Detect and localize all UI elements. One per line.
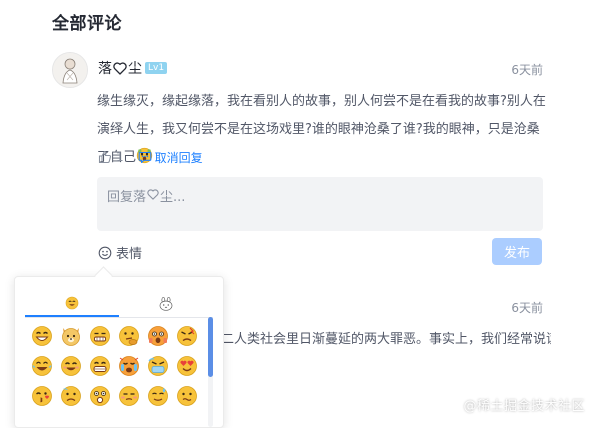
emoji-sweat[interactable] [143, 381, 172, 411]
emoji-shy[interactable] [114, 381, 143, 411]
confused-emoji-icon [176, 386, 197, 406]
emoji-cry[interactable] [114, 351, 143, 381]
comment2-text: 二人类社会里日渐蔓延的两大罪恶。事实上，我们经常说谎，动 [221, 332, 551, 347]
emoji-kiss[interactable] [27, 381, 56, 411]
emoji-confused[interactable] [172, 381, 201, 411]
reply-input[interactable]: 回复落 尘... [97, 177, 543, 231]
publish-button[interactable]: 发布 [492, 238, 542, 265]
emoji-smile[interactable] [56, 351, 85, 381]
tab-bunny[interactable] [119, 291, 213, 317]
scrollbar-thumb[interactable] [208, 317, 213, 377]
emoji-grin[interactable] [27, 321, 56, 351]
emoji-love[interactable] [172, 351, 201, 381]
grimace-emoji-icon [89, 326, 110, 346]
cry-emoji-icon [118, 356, 139, 376]
emoji-mask[interactable] [143, 351, 172, 381]
smile-emoji-icon [60, 356, 81, 376]
heart-icon [113, 61, 127, 75]
teeth-emoji-icon [89, 356, 110, 376]
tab-smiley[interactable] [25, 291, 119, 317]
dog-emoji-icon [61, 328, 80, 346]
angry-emoji-icon [176, 326, 197, 346]
emoji-surprised[interactable] [85, 381, 114, 411]
kiss-emoji-icon [31, 386, 52, 406]
emoji-laugh-tears[interactable] [27, 351, 56, 381]
grin-emoji-icon [31, 326, 52, 346]
comment2-time: 6天前 [511, 301, 543, 315]
emoji-teeth[interactable] [85, 351, 114, 381]
reply-placeholder-part1: 回复落 [107, 190, 147, 205]
comment-actions: 1 取消回复 [98, 148, 203, 166]
cancel-reply-label: 取消回复 [154, 150, 203, 165]
reply-placeholder-part2: 尘... [160, 190, 186, 205]
shocked-emoji-icon [147, 326, 168, 346]
level-badge: Lv1 [145, 62, 168, 74]
love-emoji-icon [176, 356, 197, 376]
emoji-panel-scrollbar[interactable] [208, 317, 213, 427]
emoji-thinking[interactable] [114, 321, 143, 351]
username-part1: 落 [98, 61, 112, 77]
emoji-grid [27, 321, 207, 411]
smiley-icon [98, 246, 112, 259]
surprised-emoji-icon [89, 386, 110, 406]
emoji-toggle-button[interactable]: 表情 [98, 243, 142, 262]
like-button[interactable]: 1 [98, 150, 124, 164]
emoji-dog[interactable] [56, 321, 85, 351]
comment-time: 6天前 [511, 63, 543, 77]
thinking-emoji-icon [118, 326, 139, 346]
emoji-shocked[interactable] [143, 321, 172, 351]
emoji-panel [14, 276, 224, 428]
sweat-emoji-icon [147, 386, 168, 406]
smiley-tab-icon [65, 296, 79, 310]
like-count: 1 [116, 150, 124, 164]
thumbs-up-icon [98, 150, 112, 164]
avatar[interactable] [52, 52, 88, 88]
bunny-tab-icon [159, 297, 173, 311]
tab-divider [25, 317, 213, 318]
emoji-grimace[interactable] [85, 321, 114, 351]
comment-bubble-icon [138, 151, 151, 163]
mask-emoji-icon [147, 356, 168, 376]
emoji-angry[interactable] [172, 321, 201, 351]
comment-username[interactable]: 落 尘 [98, 58, 142, 78]
emoji-toggle-label: 表情 [116, 247, 143, 262]
section-title: 全部评论 [52, 14, 122, 34]
shy-emoji-icon [118, 386, 139, 406]
cancel-reply-button[interactable]: 取消回复 [138, 149, 203, 166]
laugh-tears-emoji-icon [31, 356, 52, 376]
heart-icon [147, 189, 159, 200]
username-part2: 尘 [128, 61, 142, 77]
emoji-panel-tabs [25, 291, 213, 317]
emoji-sad[interactable] [56, 381, 85, 411]
sad-emoji-icon [60, 386, 81, 406]
watermark: @稀土掘金技术社区 [463, 399, 585, 414]
